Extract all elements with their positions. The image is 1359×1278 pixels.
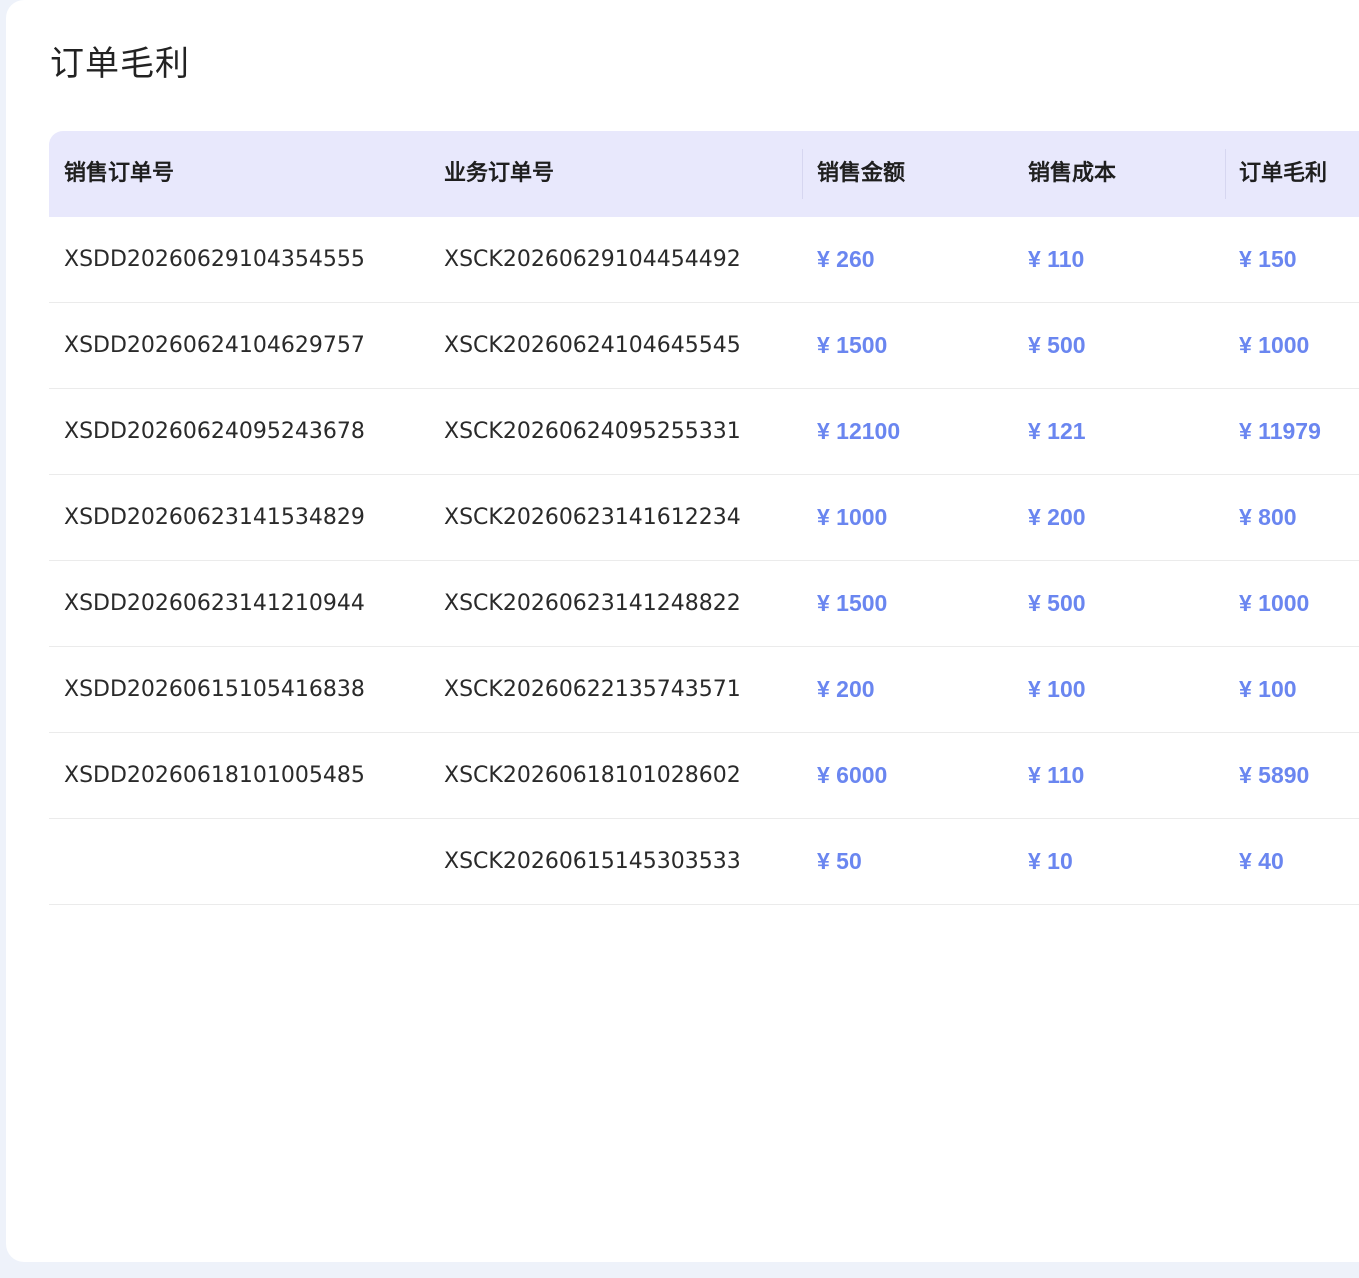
cell-sales-order: XSDD20260624104629757 [64,333,365,358]
table-header: 销售订单号 业务订单号 销售金额 销售成本 订单毛利 [49,131,1359,217]
cell-sales-amount: ¥ 1500 [817,332,888,358]
column-divider [802,149,803,199]
page-title: 订单毛利 [50,44,190,84]
cell-sales-order: XSDD20260623141210944 [64,591,365,616]
cell-sales-order: XSDD20260615105416838 [64,677,365,702]
cell-business-order: XSCK20260624095255331 [444,419,741,444]
cell-sales-amount: ¥ 50 [817,848,862,874]
cell-sales-cost: ¥ 200 [1028,504,1086,530]
cell-business-order: XSCK20260623141612234 [444,505,741,530]
cell-business-order: XSCK20260615145303533 [444,849,741,874]
cell-sales-cost: ¥ 110 [1028,762,1085,788]
table-row[interactable]: XSDD20260623141534829 XSCK20260623141612… [49,475,1359,561]
cell-order-profit: ¥ 100 [1239,676,1297,702]
table-body: XSDD20260629104354555 XSCK20260629104454… [49,217,1359,905]
cell-sales-cost: ¥ 10 [1028,848,1073,874]
cell-order-profit: ¥ 11979 [1239,418,1321,444]
cell-business-order: XSCK20260624104645545 [444,333,741,358]
header-sales-cost: 销售成本 [1028,161,1117,186]
table-row[interactable]: XSDD20260615105416838 XSCK20260622135743… [49,647,1359,733]
cell-sales-order: XSDD20260618101005485 [64,763,365,788]
header-sales-amount: 销售金额 [817,161,906,186]
cell-sales-cost: ¥ 100 [1028,676,1086,702]
cell-sales-order: XSDD20260623141534829 [64,505,365,530]
cell-business-order: XSCK20260623141248822 [444,591,741,616]
cell-sales-amount: ¥ 6000 [817,762,888,788]
cell-order-profit: ¥ 1000 [1239,590,1310,616]
header-order-profit: 订单毛利 [1239,161,1328,186]
table-row[interactable]: XSDD20260618101005485 XSCK20260618101028… [49,733,1359,819]
cell-order-profit: ¥ 5890 [1239,762,1310,788]
table-row[interactable]: XSDD20260624104629757 XSCK20260624104645… [49,303,1359,389]
cell-business-order: XSCK20260618101028602 [444,763,741,788]
cell-sales-amount: ¥ 1000 [817,504,888,530]
cell-sales-amount: ¥ 12100 [817,418,901,444]
table-row[interactable]: XSDD20260623141210944 XSCK20260623141248… [49,561,1359,647]
cell-sales-amount: ¥ 1500 [817,590,888,616]
cell-sales-cost: ¥ 110 [1028,246,1085,272]
cell-sales-amount: ¥ 260 [817,246,875,272]
cell-order-profit: ¥ 800 [1239,504,1297,530]
cell-sales-cost: ¥ 500 [1028,332,1086,358]
table-row[interactable]: XSDD20260624095243678 XSCK20260624095255… [49,389,1359,475]
cell-sales-order: XSDD20260624095243678 [64,419,365,444]
cell-business-order: XSCK20260629104454492 [444,247,741,272]
cell-sales-order: XSDD20260629104354555 [64,247,365,272]
header-sales-order: 销售订单号 [64,161,175,186]
cell-business-order: XSCK20260622135743571 [444,677,741,702]
header-business-order: 业务订单号 [444,161,555,186]
table-row[interactable]: XSDD20260629104354555 XSCK20260629104454… [49,217,1359,303]
cell-order-profit: ¥ 40 [1239,848,1284,874]
order-profit-card: 订单毛利 销售订单号 业务订单号 销售金额 销售成本 订单毛利 XSDD2026… [6,0,1359,1262]
cell-order-profit: ¥ 150 [1239,246,1297,272]
table-row[interactable]: XSCK20260615145303533 ¥ 50 ¥ 10 ¥ 40 [49,819,1359,905]
cell-sales-cost: ¥ 500 [1028,590,1086,616]
cell-order-profit: ¥ 1000 [1239,332,1310,358]
cell-sales-cost: ¥ 121 [1028,418,1086,444]
order-profit-table: 销售订单号 业务订单号 销售金额 销售成本 订单毛利 XSDD202606291… [49,131,1359,905]
cell-sales-amount: ¥ 200 [817,676,875,702]
column-divider [1225,149,1226,199]
